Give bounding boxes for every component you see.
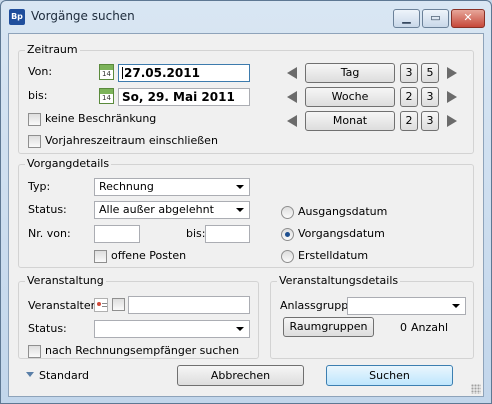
- vorjahreszeitraum-label: Vorjahreszeitraum einschließen: [45, 134, 218, 147]
- tag-count-b-button[interactable]: 5: [421, 63, 439, 83]
- minimize-button[interactable]: ▁: [393, 9, 420, 28]
- chevron-down-icon: [236, 208, 244, 212]
- veranstalter-checkbox[interactable]: [112, 298, 125, 311]
- vorgangdetails-legend: Vorgangdetails: [25, 157, 112, 170]
- ausgangsdatum-radio[interactable]: [281, 206, 294, 219]
- erstelldatum-radio[interactable]: [281, 250, 294, 263]
- vorgangsdatum-radio[interactable]: [281, 228, 294, 241]
- monat-prev-arrow-icon[interactable]: [287, 115, 297, 127]
- woche-prev-arrow-icon[interactable]: [287, 91, 297, 103]
- veranstaltung-group: Veranstaltung Veranstalter: Status: nach…: [18, 274, 259, 359]
- veranstaltung-status-select[interactable]: [94, 320, 250, 338]
- nr-bis-input[interactable]: [205, 225, 250, 243]
- vorjahreszeitraum-checkbox[interactable]: [28, 135, 41, 148]
- veranstaltungsdetails-group: Veranstaltungsdetails Anlassgruppe Raumg…: [270, 274, 474, 359]
- nr-bis-label: bis:: [186, 227, 206, 240]
- chevron-down-icon: [452, 304, 460, 308]
- veranstalter-label: Veranstalter:: [28, 299, 99, 312]
- offene-posten-label: offene Posten: [111, 249, 187, 262]
- dialog-client-area: Zeitraum Von: 14 27.05.2011 bis: 14 So, …: [8, 33, 484, 397]
- app-icon: Bp: [9, 9, 25, 25]
- vorgangdetails-group: Vorgangdetails Typ: Rechnung Status: All…: [18, 157, 474, 268]
- offene-posten-checkbox[interactable]: [94, 250, 107, 263]
- vorgangsdatum-label: Vorgangsdatum: [298, 227, 385, 240]
- status-label: Status:: [28, 203, 67, 216]
- tag-count-a-button[interactable]: 3: [400, 63, 418, 83]
- status-select[interactable]: Alle außer abgelehnt: [94, 201, 250, 219]
- abbrechen-button[interactable]: Abbrechen: [177, 365, 304, 386]
- rechnungsempfaenger-label: nach Rechnungsempfänger suchen: [45, 344, 240, 357]
- anlassgruppe-label: Anlassgruppe: [280, 299, 355, 312]
- anzahl-label: Anzahl: [411, 321, 449, 334]
- woche-next-arrow-icon[interactable]: [447, 91, 457, 103]
- zeitraum-group: Zeitraum Von: 14 27.05.2011 bis: 14 So, …: [18, 43, 474, 154]
- status-select-value: Alle außer abgelehnt: [99, 203, 214, 216]
- raumgruppen-button[interactable]: Raumgruppen: [283, 317, 374, 337]
- close-button[interactable]: ✕: [451, 9, 485, 28]
- bis-label: bis:: [28, 89, 48, 102]
- woche-button[interactable]: Woche: [305, 87, 395, 107]
- monat-next-arrow-icon[interactable]: [447, 115, 457, 127]
- chevron-down-icon: [236, 327, 244, 331]
- monat-count-b-button[interactable]: 3: [421, 111, 439, 131]
- von-label: Von:: [28, 65, 53, 78]
- tag-button[interactable]: Tag: [305, 63, 395, 83]
- chevron-down-icon: [236, 185, 244, 189]
- veranstalter-card-icon[interactable]: [94, 298, 108, 312]
- window-title: Vorgänge suchen: [31, 9, 135, 23]
- erstelldatum-label: Erstelldatum: [298, 249, 369, 262]
- keine-beschraenkung-checkbox[interactable]: [28, 113, 41, 126]
- anzahl-count: 0: [400, 321, 407, 334]
- woche-count-b-button[interactable]: 3: [421, 87, 439, 107]
- maximize-button[interactable]: ▭: [422, 9, 449, 28]
- monat-button[interactable]: Monat: [305, 111, 395, 131]
- typ-select-value: Rechnung: [99, 180, 154, 193]
- von-date-value: 27.05.2011: [124, 66, 200, 80]
- woche-count-a-button[interactable]: 2: [400, 87, 418, 107]
- calendar-icon-von[interactable]: 14: [99, 64, 114, 80]
- bis-date-input[interactable]: So, 29. Mai 2011: [118, 88, 250, 106]
- typ-select[interactable]: Rechnung: [94, 178, 250, 196]
- resize-grip-icon[interactable]: [471, 384, 481, 394]
- von-date-input[interactable]: 27.05.2011: [118, 64, 250, 82]
- zeitraum-legend: Zeitraum: [25, 43, 80, 56]
- veranstalter-input[interactable]: [128, 296, 250, 314]
- keine-beschraenkung-label: keine Beschränkung: [45, 112, 157, 125]
- veranstaltung-legend: Veranstaltung: [25, 274, 106, 287]
- nr-von-input[interactable]: [94, 225, 140, 243]
- nr-von-label: Nr. von:: [28, 227, 71, 240]
- typ-label: Typ:: [28, 180, 51, 193]
- anlassgruppe-select[interactable]: [347, 297, 466, 315]
- standard-label[interactable]: Standard: [39, 369, 89, 383]
- veranstaltungsdetails-legend: Veranstaltungsdetails: [277, 274, 401, 287]
- standard-expand-icon[interactable]: [26, 372, 34, 377]
- monat-count-a-button[interactable]: 2: [400, 111, 418, 131]
- tag-next-arrow-icon[interactable]: [447, 67, 457, 79]
- ausgangsdatum-label: Ausgangsdatum: [298, 205, 388, 218]
- rechnungsempfaenger-checkbox[interactable]: [28, 345, 41, 358]
- text-cursor: [122, 67, 123, 79]
- calendar-icon-bis[interactable]: 14: [99, 88, 114, 104]
- suchen-button[interactable]: Suchen: [326, 365, 453, 386]
- veranstaltung-status-label: Status:: [28, 322, 67, 335]
- dialog-window: Bp Vorgänge suchen ▁ ▭ ✕ Zeitraum Von: 1…: [0, 0, 492, 404]
- title-bar[interactable]: Bp Vorgänge suchen ▁ ▭ ✕: [1, 1, 491, 33]
- tag-prev-arrow-icon[interactable]: [287, 67, 297, 79]
